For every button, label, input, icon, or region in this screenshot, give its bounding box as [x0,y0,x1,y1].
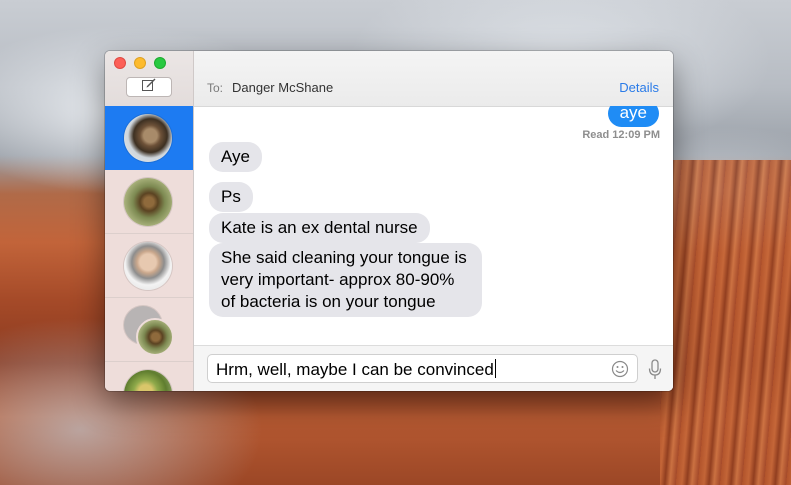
message-input[interactable]: Hrm, well, maybe I can be convinced [207,354,638,383]
close-window-button[interactable] [114,57,126,69]
recipient-name[interactable]: Danger McShane [232,80,333,95]
incoming-message[interactable]: Kate is an ex dental nurse [209,213,430,243]
horse-avatar [124,114,172,162]
message-input-value: Hrm, well, maybe I can be convinced [216,359,496,379]
details-button[interactable]: Details [619,80,659,95]
compose-icon [142,78,156,96]
read-receipt: Read 12:09 PM [582,129,660,141]
to-label: To: [207,81,224,95]
conversation-sidebar [105,51,194,391]
incoming-message[interactable]: Aye [209,142,262,172]
messages-window: To: Danger McShane Details aye Read 12:0… [105,51,673,391]
outgoing-message[interactable]: aye [607,106,659,127]
sidebar-titlebar [105,51,193,107]
man-avatar [124,242,172,290]
composer-bar: Hrm, well, maybe I can be convinced [194,345,673,391]
conversation-item-3[interactable] [105,234,193,298]
zoom-window-button[interactable] [154,57,166,69]
read-receipt-time: 12:09 PM [612,129,660,141]
read-receipt-label: Read [582,129,610,141]
incoming-message[interactable]: She said cleaning your tongue is very im… [209,243,482,317]
green-avatar [124,370,172,391]
group-member-avatar [136,318,174,356]
message-list[interactable]: aye Read 12:09 PM Aye Ps Kate is an ex d… [194,106,673,345]
microphone-icon[interactable] [647,359,663,381]
desktop-wallpaper [660,160,791,485]
minimize-window-button[interactable] [134,57,146,69]
conversation-item-2[interactable] [105,170,193,234]
incoming-message[interactable]: Ps [209,182,253,212]
conversation-item-4[interactable] [105,298,193,362]
conversation-item-danger-mcshane[interactable] [105,106,193,170]
smiley-icon[interactable] [611,360,629,378]
compose-button[interactable] [126,77,172,97]
conversation-header: To: Danger McShane Details [194,51,673,107]
animal-avatar [124,178,172,226]
conversation-item-5[interactable] [105,362,193,391]
conversation-pane: To: Danger McShane Details aye Read 12:0… [194,51,673,391]
